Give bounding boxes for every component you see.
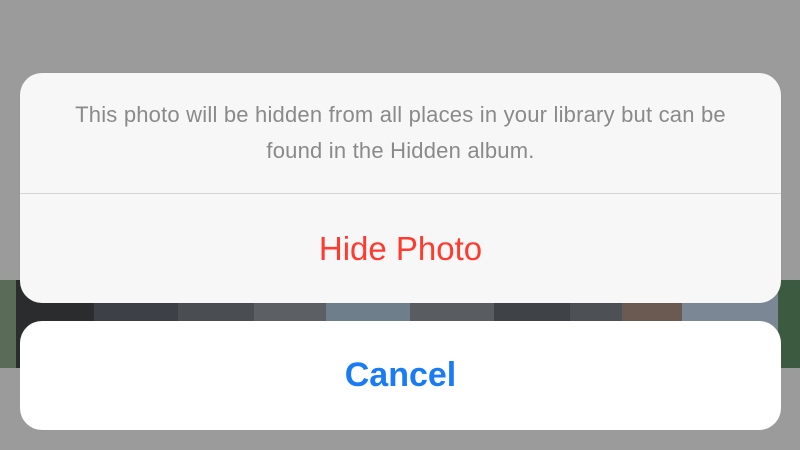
- action-sheet-message: This photo will be hidden from all place…: [20, 73, 781, 194]
- hide-photo-button[interactable]: Hide Photo: [20, 194, 781, 303]
- cancel-button[interactable]: Cancel: [20, 321, 781, 430]
- photo-thumbnail: [778, 280, 800, 368]
- action-sheet: This photo will be hidden from all place…: [20, 73, 781, 303]
- photo-thumbnail: [0, 280, 16, 368]
